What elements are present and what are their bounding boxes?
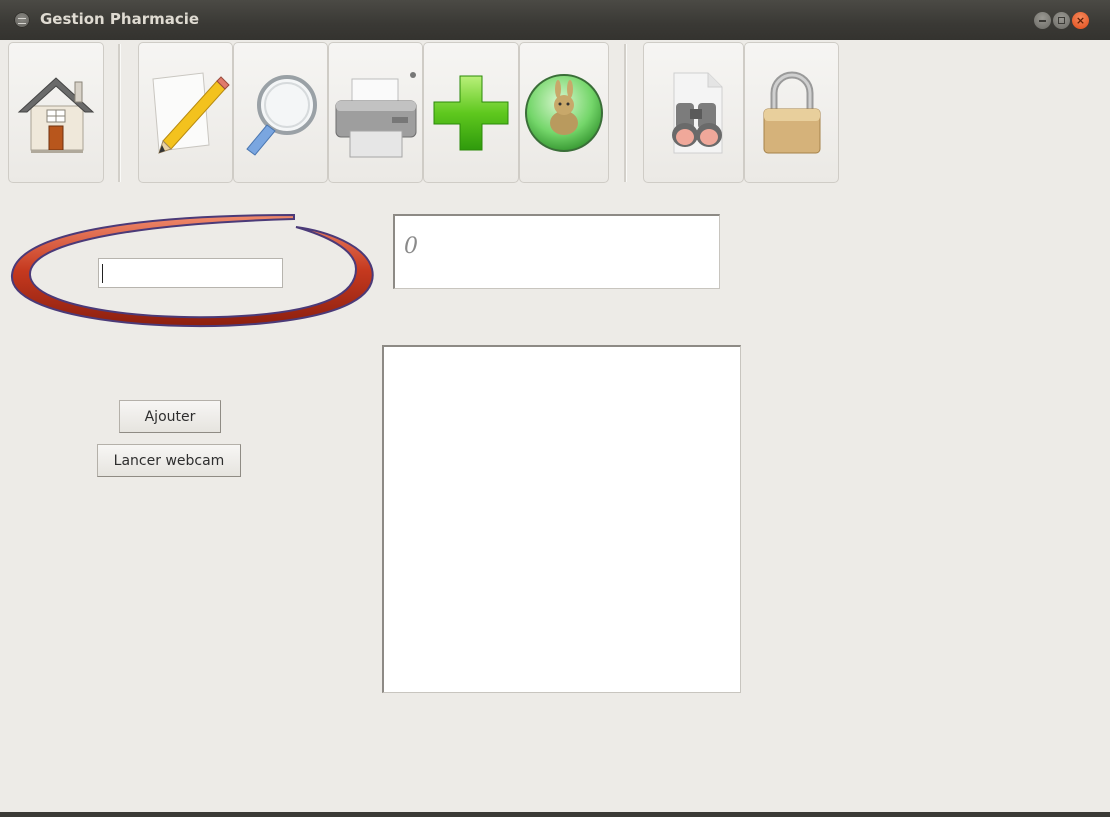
webcam-preview: [382, 345, 741, 693]
mascot-button[interactable]: [519, 42, 609, 183]
plus-icon: [433, 75, 509, 150]
text-caret: [102, 264, 103, 283]
minimize-icon[interactable]: [1034, 12, 1051, 29]
print-button[interactable]: [328, 42, 423, 183]
maximize-icon[interactable]: [1053, 12, 1070, 29]
rabbit-globe-icon: [525, 73, 603, 152]
bottom-edge: [0, 812, 1110, 817]
find-button[interactable]: [643, 42, 744, 183]
window-menu-icon[interactable]: [14, 12, 30, 28]
toolbar-separator: [624, 44, 627, 182]
code-input[interactable]: [98, 258, 283, 288]
toolbar-separator: [118, 44, 121, 182]
house-icon: [17, 76, 95, 153]
lock-button[interactable]: [744, 42, 839, 183]
launch-webcam-button[interactable]: Lancer webcam: [97, 444, 241, 477]
window-title: Gestion Pharmacie: [40, 10, 200, 28]
magnifier-icon: [245, 74, 317, 156]
pencil-icon: [151, 71, 230, 154]
add-button[interactable]: Ajouter: [119, 400, 221, 433]
home-button[interactable]: [8, 42, 104, 183]
padlock-icon: [763, 71, 820, 153]
edit-button[interactable]: [138, 42, 233, 183]
add-button-toolbar[interactable]: [423, 42, 519, 183]
printer-icon: [335, 71, 416, 157]
result-value: 0: [404, 234, 418, 259]
result-display: 0: [393, 214, 720, 289]
close-icon[interactable]: ×: [1072, 12, 1089, 29]
binoculars-icon: [671, 72, 722, 153]
title-bar: Gestion Pharmacie ×: [0, 0, 1110, 40]
search-button[interactable]: [233, 42, 328, 183]
